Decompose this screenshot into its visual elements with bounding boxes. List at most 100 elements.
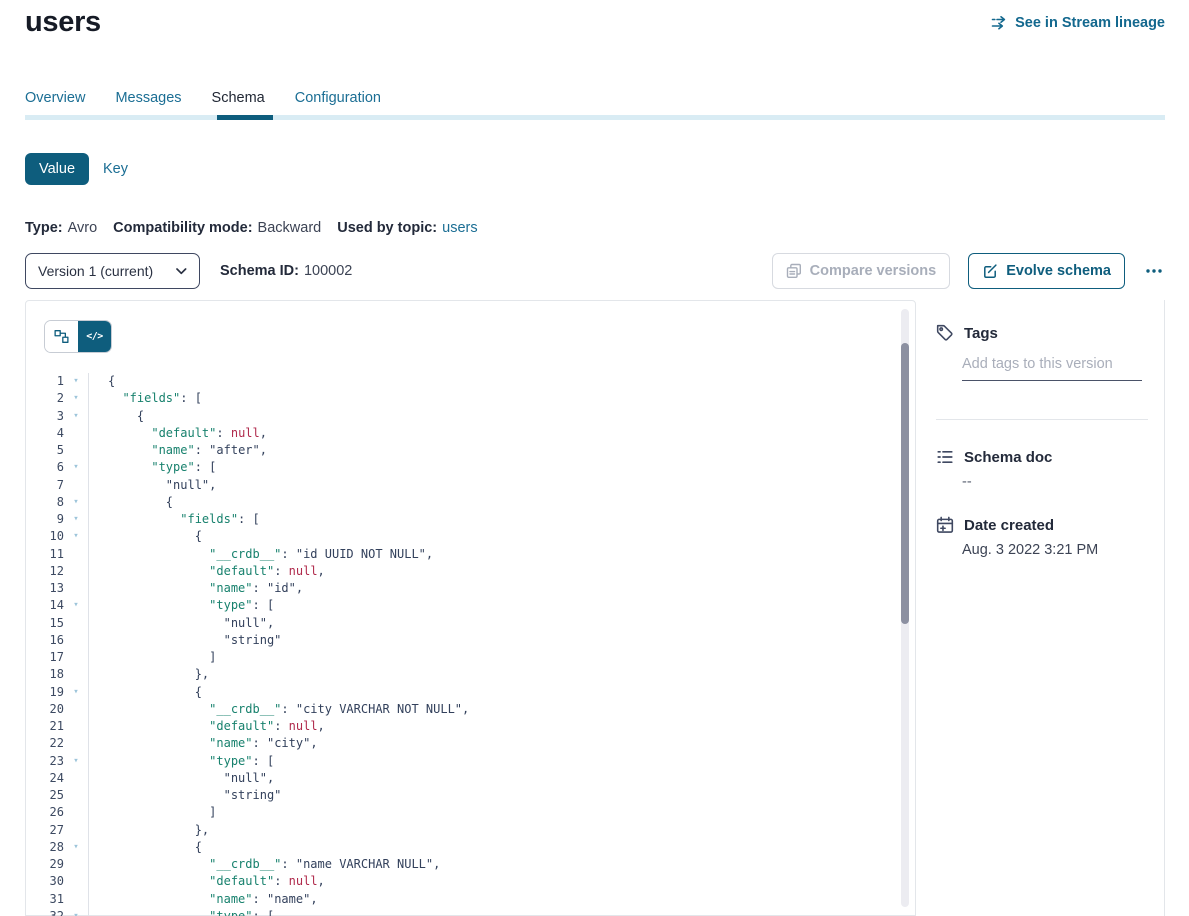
schema-sidebar: Tags Schema doc -- Date created Aug. 3 2… xyxy=(936,300,1165,916)
code-line-content: { xyxy=(88,684,915,701)
page-title: users xyxy=(25,6,101,39)
tags-section-title: Tags xyxy=(936,324,998,342)
code-line: 19▾ { xyxy=(26,684,915,701)
fold-arrow-icon[interactable]: ▾ xyxy=(64,494,88,511)
tab-messages[interactable]: Messages xyxy=(115,90,181,106)
calendar-plus-icon xyxy=(936,516,954,534)
more-actions-button[interactable] xyxy=(1143,268,1165,274)
compatibility-mode-label: Compatibility mode: xyxy=(113,220,252,236)
date-created-title: Date created xyxy=(964,517,1054,534)
fold-arrow-icon[interactable]: ▾ xyxy=(64,373,88,390)
line-number: 12 xyxy=(26,563,64,580)
fold-arrow-icon[interactable]: ▾ xyxy=(64,684,88,701)
code-line-content: "null", xyxy=(88,477,915,494)
compatibility-mode-value: Backward xyxy=(258,220,322,236)
code-line: 32▾ "type": [ xyxy=(26,908,915,916)
code-view-button[interactable]: </> xyxy=(78,321,111,352)
tab-overview[interactable]: Overview xyxy=(25,90,85,106)
line-number: 18 xyxy=(26,666,64,683)
fold-arrow-icon[interactable]: ▾ xyxy=(64,390,88,407)
code-line: 31 "name": "name", xyxy=(26,891,915,908)
code-line-content: }, xyxy=(88,666,915,683)
code-line: 2▾ "fields": [ xyxy=(26,390,915,407)
schema-type-label: Type: xyxy=(25,220,63,236)
code-line-content: "type": [ xyxy=(88,459,915,476)
code-line-content: ] xyxy=(88,804,915,821)
code-editor[interactable]: 1▾{2▾ "fields": [3▾ {4 "default": null,5… xyxy=(26,373,915,916)
line-number: 28 xyxy=(26,839,64,856)
line-number: 23 xyxy=(26,753,64,770)
code-line: 16 "string" xyxy=(26,632,915,649)
view-toggle: </> xyxy=(44,320,112,353)
fold-arrow-icon[interactable]: ▾ xyxy=(64,839,88,856)
stream-lineage-link[interactable]: See in Stream lineage xyxy=(991,15,1165,31)
code-line-content: "__crdb__": "id UUID NOT NULL", xyxy=(88,546,915,563)
fold-arrow-icon[interactable]: ▾ xyxy=(64,753,88,770)
line-number: 1 xyxy=(26,373,64,390)
fold-arrow-icon[interactable]: ▾ xyxy=(64,511,88,528)
compatibility-mode: Compatibility mode: Backward xyxy=(113,220,321,236)
code-line: 1▾{ xyxy=(26,373,915,390)
code-line: 14▾ "type": [ xyxy=(26,597,915,614)
code-line-content: "fields": [ xyxy=(88,511,915,528)
code-line-content: { xyxy=(88,528,915,545)
code-line-content: { xyxy=(88,373,915,390)
tab-schema[interactable]: Schema xyxy=(212,90,265,106)
tab-underline-active xyxy=(217,115,273,120)
line-number: 14 xyxy=(26,597,64,614)
code-line-content: "name": "id", xyxy=(88,580,915,597)
version-actions: Compare versions Evolve schema xyxy=(772,253,1165,289)
version-select[interactable]: Version 1 (current) xyxy=(25,253,200,289)
line-number: 5 xyxy=(26,442,64,459)
code-line: 13 "name": "id", xyxy=(26,580,915,597)
line-number: 15 xyxy=(26,615,64,632)
key-schema-button[interactable]: Key xyxy=(103,153,128,185)
line-number: 16 xyxy=(26,632,64,649)
topic-link[interactable]: users xyxy=(442,220,477,236)
schema-type-value: Avro xyxy=(68,220,98,236)
fold-arrow-icon[interactable]: ▾ xyxy=(64,459,88,476)
tab-configuration[interactable]: Configuration xyxy=(295,90,381,106)
compare-versions-button[interactable]: Compare versions xyxy=(772,253,951,289)
compare-versions-label: Compare versions xyxy=(810,263,937,279)
fold-arrow-icon[interactable]: ▾ xyxy=(64,597,88,614)
code-line-content: "default": null, xyxy=(88,563,915,580)
version-select-value: Version 1 (current) xyxy=(38,263,153,279)
line-number: 6 xyxy=(26,459,64,476)
code-line-content: ] xyxy=(88,649,915,666)
line-number: 4 xyxy=(26,425,64,442)
code-line: 9▾ "fields": [ xyxy=(26,511,915,528)
code-line: 3▾ { xyxy=(26,408,915,425)
list-icon xyxy=(936,448,954,466)
tag-icon xyxy=(936,324,954,342)
code-line: 12 "default": null, xyxy=(26,563,915,580)
line-number: 20 xyxy=(26,701,64,718)
editor-scrollbar-thumb[interactable] xyxy=(901,343,909,624)
code-line-content: }, xyxy=(88,822,915,839)
code-line: 7 "null", xyxy=(26,477,915,494)
tree-view-button[interactable] xyxy=(45,321,78,352)
evolve-schema-button[interactable]: Evolve schema xyxy=(968,253,1125,289)
code-line-content: "default": null, xyxy=(88,718,915,735)
line-number: 21 xyxy=(26,718,64,735)
fold-arrow-icon[interactable]: ▾ xyxy=(64,908,88,916)
value-schema-button[interactable]: Value xyxy=(25,153,89,185)
edit-icon xyxy=(982,263,998,279)
fold-arrow-icon[interactable]: ▾ xyxy=(64,528,88,545)
schema-editor-panel: </> 1▾{2▾ "fields": [3▾ {4 "default": nu… xyxy=(25,300,916,916)
code-line: 6▾ "type": [ xyxy=(26,459,915,476)
line-number: 19 xyxy=(26,684,64,701)
line-number: 8 xyxy=(26,494,64,511)
more-icon xyxy=(1145,268,1163,274)
line-number: 27 xyxy=(26,822,64,839)
code-line: 18 }, xyxy=(26,666,915,683)
line-number: 22 xyxy=(26,735,64,752)
tags-title: Tags xyxy=(964,325,998,342)
fold-arrow-icon[interactable]: ▾ xyxy=(64,408,88,425)
tags-input[interactable] xyxy=(962,356,1142,381)
code-line: 27 }, xyxy=(26,822,915,839)
tab-bar: Overview Messages Schema Configuration xyxy=(25,90,381,106)
schema-id: Schema ID:100002 xyxy=(220,263,352,279)
chevron-down-icon xyxy=(176,268,187,275)
schema-meta-row: Type:Avro Compatibility mode:Backward Us… xyxy=(25,220,494,236)
